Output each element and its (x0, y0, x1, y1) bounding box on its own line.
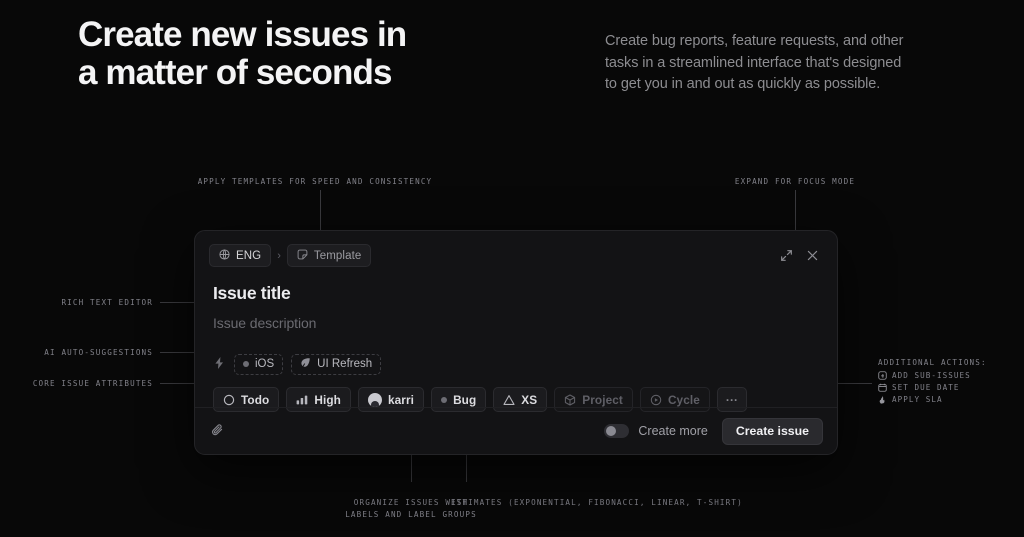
attribute-label: Cycle (668, 393, 700, 407)
ai-suggestion-label: iOS (255, 358, 274, 370)
annotation-core-attributes: CORE ISSUE ATTRIBUTES (0, 378, 153, 390)
triangle-icon (503, 394, 515, 406)
play-icon (650, 394, 662, 406)
avatar-icon (368, 393, 382, 407)
box-icon (564, 394, 576, 406)
circle-icon (223, 394, 235, 406)
create-more-label: Create more (638, 424, 707, 438)
action-label: ADD SUB-ISSUES (892, 371, 971, 380)
team-globe-icon (219, 249, 230, 263)
annotation-apply-templates: APPLY TEMPLATES FOR SPEED AND CONSISTENC… (155, 176, 475, 188)
breadcrumb-template-label: Template (314, 250, 361, 262)
annotation-ai-suggestions: AI AUTO-SUGGESTIONS (0, 347, 153, 359)
page-subtitle: Create bug reports, feature requests, an… (605, 31, 945, 96)
action-label: SET DUE DATE (892, 383, 959, 392)
attribute-label: Bug (453, 393, 476, 407)
attribute-label: karri (388, 393, 414, 407)
attribute-label: Todo (241, 393, 269, 407)
issue-title-input[interactable]: Issue title (213, 283, 819, 304)
create-issue-button[interactable]: Create issue (722, 418, 823, 445)
annotation-additional-actions: ADDITIONAL ACTIONS: ADD SUB-ISSUES SET D… (878, 358, 987, 404)
sparkle-icon (213, 357, 226, 372)
close-icon[interactable] (801, 245, 823, 267)
action-set-due-date: SET DUE DATE (878, 383, 987, 392)
annotation-expand-focus: EXPAND FOR FOCUS MODE (700, 176, 890, 188)
ai-suggestion-label: UI Refresh (317, 358, 372, 370)
action-apply-sla: APPLY SLA (878, 395, 987, 404)
attribute-label: XS (521, 393, 537, 407)
dot-icon (243, 361, 249, 367)
calendar-icon (878, 383, 887, 392)
breadcrumb-team[interactable]: ENG (209, 244, 271, 267)
ai-suggestions-row: iOS UI Refresh (195, 353, 837, 375)
modal-header: ENG › Template (195, 231, 837, 267)
connector-line (795, 190, 796, 231)
ai-suggestion-ios[interactable]: iOS (234, 354, 283, 375)
actions-title: ADDITIONAL ACTIONS: (878, 358, 987, 367)
leaf-icon (300, 357, 311, 371)
connector-line (320, 190, 321, 231)
issue-description-input[interactable]: Issue description (213, 315, 819, 331)
dot-icon (441, 397, 447, 403)
sub-issues-icon (878, 371, 887, 380)
attribute-label: High (314, 393, 341, 407)
paperclip-icon[interactable] (211, 423, 225, 440)
bars-icon (296, 394, 308, 406)
annotation-rich-text-editor: RICH TEXT EDITOR (0, 297, 153, 309)
connector-line (160, 383, 194, 384)
action-add-sub-issues: ADD SUB-ISSUES (878, 371, 987, 380)
create-issue-modal: ENG › Template (194, 230, 838, 455)
template-icon (297, 249, 308, 263)
modal-footer: Create more Create issue (195, 407, 837, 454)
ai-suggestion-ui-refresh[interactable]: UI Refresh (291, 354, 381, 375)
create-more-toggle[interactable] (604, 424, 629, 438)
attribute-label: Project (582, 393, 623, 407)
connector-line (160, 352, 194, 353)
breadcrumb-team-label: ENG (236, 250, 261, 262)
breadcrumb-template[interactable]: Template (287, 244, 371, 267)
expand-icon[interactable] (775, 245, 797, 267)
breadcrumb-separator: › (277, 250, 281, 262)
flame-icon (878, 395, 887, 404)
page-root: Create new issues in a matter of seconds… (0, 0, 1024, 537)
action-label: APPLY SLA (892, 395, 943, 404)
annotation-estimates: ESTIMATES (EXPONENTIAL, FIBONACCI, LINEA… (451, 497, 751, 509)
connector-line (160, 302, 194, 303)
modal-body: Issue title Issue description (195, 267, 837, 331)
page-title: Create new issues in a matter of seconds (78, 16, 548, 92)
